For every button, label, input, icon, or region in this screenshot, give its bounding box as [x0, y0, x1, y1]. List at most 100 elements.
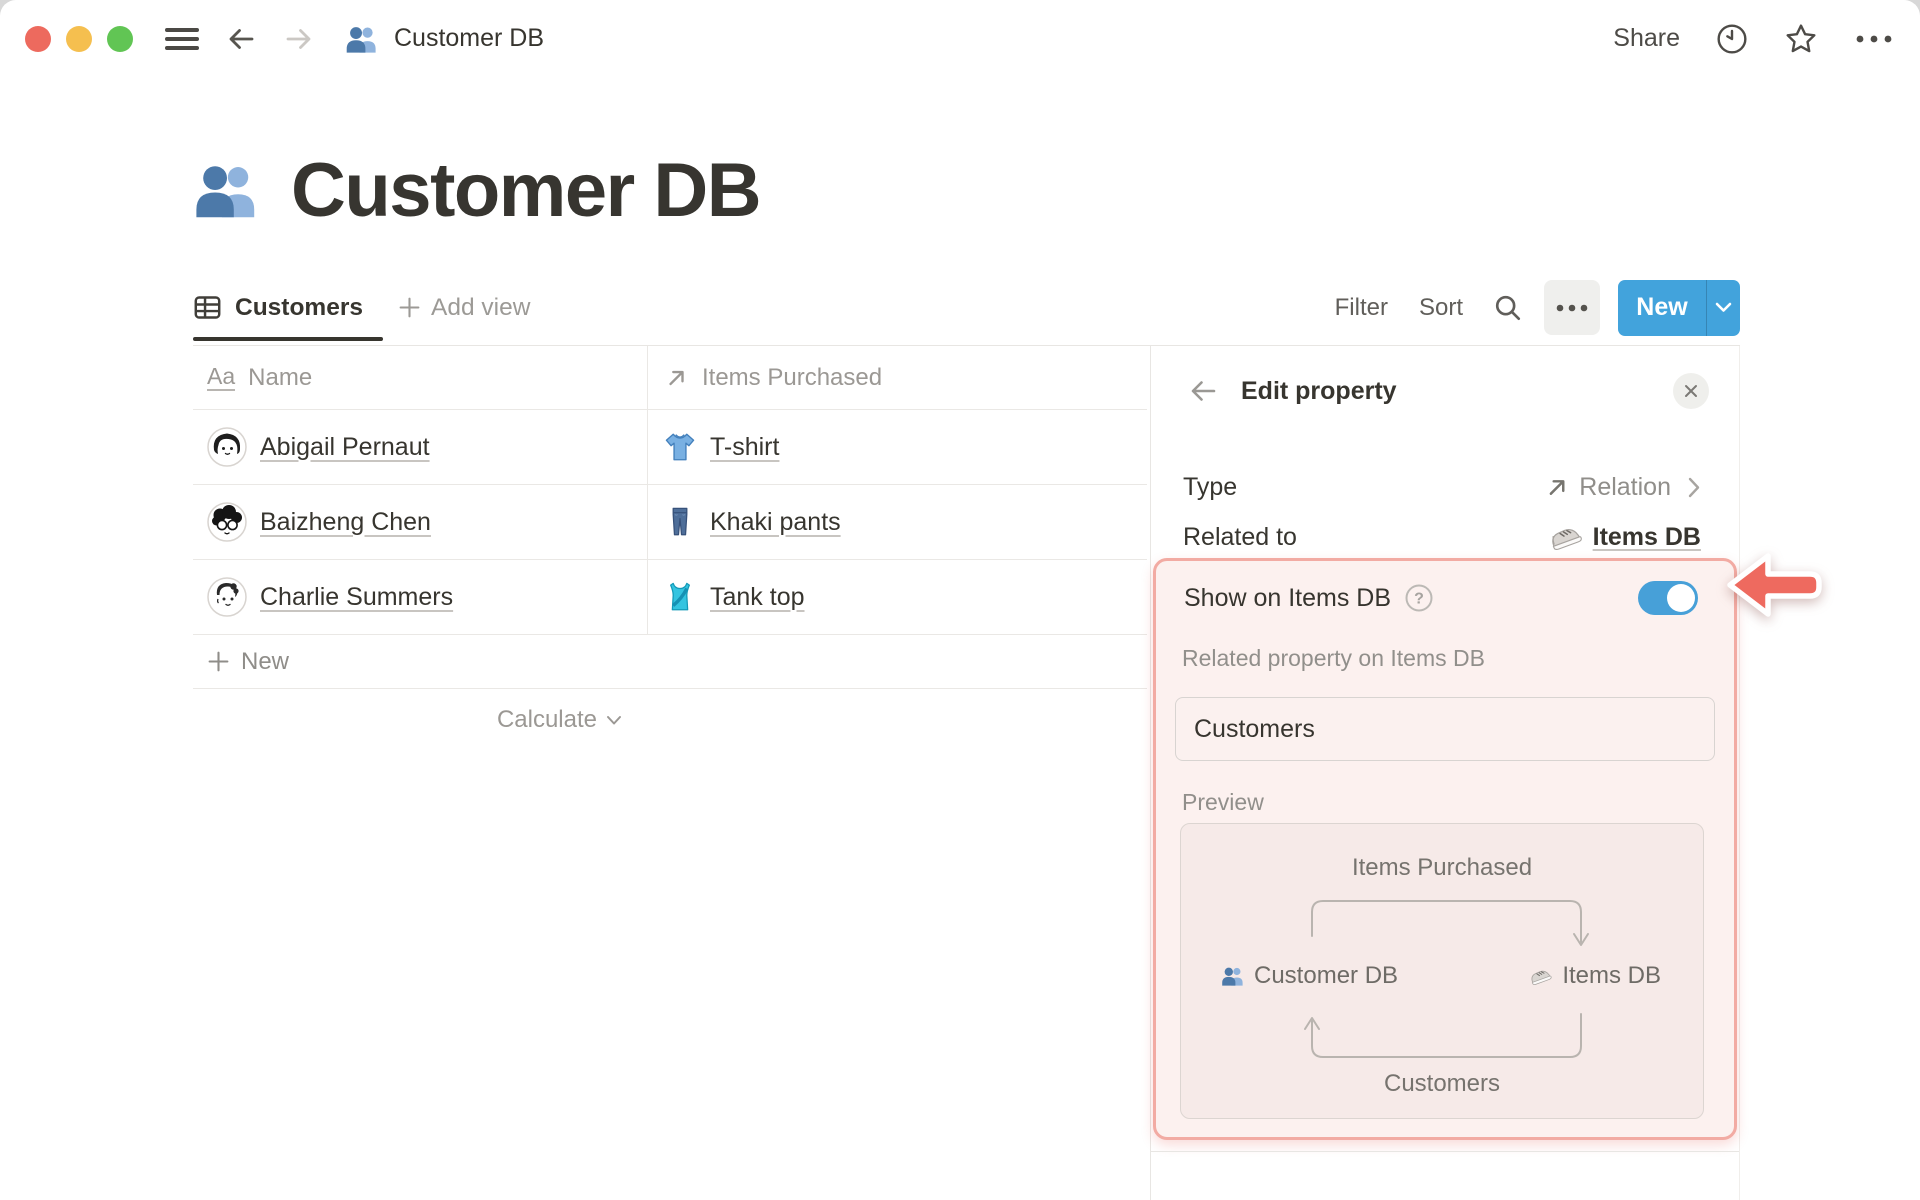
type-label: Type: [1183, 472, 1238, 501]
column-header-items-purchased[interactable]: Items Purchased: [648, 346, 1147, 409]
items-cell[interactable]: Tank top: [648, 560, 1147, 634]
related-property-input[interactable]: [1175, 697, 1715, 761]
items-cell[interactable]: Khaki pants: [648, 485, 1147, 559]
avatar: [207, 577, 247, 617]
show-on-db-highlight-section: Show on Items DB ? Related property on I…: [1153, 558, 1737, 1140]
chevron-down-icon: [607, 715, 621, 724]
show-on-items-db-toggle[interactable]: [1638, 581, 1698, 615]
table-row: Baizheng Chen Khaki pants: [193, 485, 1147, 560]
table-row: Charlie Summers Tank top: [193, 560, 1147, 635]
show-on-items-db-label: Show on Items DB: [1184, 583, 1392, 612]
page-header: Customer DB: [193, 140, 762, 240]
customer-name-link[interactable]: Abigail Pernaut: [260, 433, 430, 462]
panel-close-button[interactable]: [1673, 373, 1709, 409]
preview-label: Preview: [1182, 789, 1264, 815]
related-to-row[interactable]: Related to Items DB: [1183, 514, 1701, 560]
close-window-button[interactable]: [25, 25, 51, 52]
item-link[interactable]: Tank top: [710, 583, 805, 612]
avatar: [207, 502, 247, 542]
name-cell[interactable]: Abigail Pernaut: [193, 410, 648, 484]
panel-back-icon[interactable]: [1187, 376, 1219, 406]
chevron-right-icon: [1688, 477, 1700, 497]
edit-property-panel: Edit property Type Relation Related to I…: [1150, 346, 1740, 1200]
page-title: Customer DB: [291, 147, 762, 233]
back-arrow-icon[interactable]: [225, 24, 257, 54]
preview-right-label: Items DB: [1562, 962, 1661, 989]
add-view-button[interactable]: Add view: [398, 294, 530, 322]
relation-preview-diagram: Items Purchased Customer DB Items DB Cus…: [1180, 823, 1704, 1119]
sort-button[interactable]: Sort: [1419, 294, 1463, 322]
more-options-icon[interactable]: [1854, 33, 1894, 45]
name-cell[interactable]: Charlie Summers: [193, 560, 648, 634]
busts-in-silhouette-icon: [196, 166, 255, 218]
preview-left-label: Customer DB: [1254, 962, 1399, 989]
customers-table: Aa Name Items Purchased Abigail Pernaut: [193, 346, 1147, 751]
jeans-icon: [672, 507, 688, 536]
sneaker-icon: [1531, 970, 1552, 985]
plus-icon: [399, 297, 420, 318]
traffic-lights: [25, 25, 133, 52]
related-to-label: Related to: [1183, 522, 1297, 551]
red-callout-arrow: [1727, 553, 1822, 617]
forward-arrow-icon[interactable]: [283, 24, 315, 54]
item-link[interactable]: T-shirt: [710, 433, 779, 462]
table-row: Abigail Pernaut T-shirt: [193, 410, 1147, 485]
help-question-icon[interactable]: ?: [1404, 583, 1434, 613]
customer-name-link[interactable]: Charlie Summers: [260, 583, 453, 612]
panel-divider: [1151, 1151, 1739, 1152]
text-type-icon: Aa: [207, 363, 236, 391]
preview-bottom-property: Customers: [1383, 1070, 1501, 1097]
related-to-value[interactable]: Items DB: [1547, 519, 1701, 556]
customer-name-link[interactable]: Baizheng Chen: [260, 508, 431, 537]
name-cell[interactable]: Baizheng Chen: [193, 485, 648, 559]
filter-button[interactable]: Filter: [1335, 294, 1388, 322]
minimize-window-button[interactable]: [66, 25, 92, 52]
property-type-row[interactable]: Type Relation: [1183, 464, 1701, 510]
item-link[interactable]: Khaki pants: [710, 508, 841, 537]
new-record-button[interactable]: New: [1618, 279, 1740, 336]
column-header-name[interactable]: Aa Name: [193, 346, 648, 409]
panel-title: Edit property: [1241, 376, 1397, 405]
table-header-row: Aa Name Items Purchased: [193, 346, 1147, 410]
items-cell[interactable]: T-shirt: [648, 410, 1147, 484]
sidebar-menu-icon[interactable]: [165, 27, 199, 50]
view-toolbar: Customers Add view Filter Sort New: [193, 270, 1740, 346]
breadcrumb-title: Customer DB: [394, 24, 545, 52]
table-view-icon: [194, 296, 221, 319]
tab-label: Customers: [235, 293, 363, 321]
plus-icon: [208, 651, 229, 672]
avatar: [207, 427, 247, 467]
zoom-window-button[interactable]: [107, 25, 133, 52]
busts-in-silhouette-icon: [346, 26, 376, 53]
close-icon: [1685, 385, 1697, 397]
type-value[interactable]: Relation: [1543, 473, 1701, 502]
view-options-button[interactable]: [1544, 280, 1600, 335]
preview-top-property: Items Purchased: [1351, 854, 1533, 881]
updates-clock-icon[interactable]: [1716, 23, 1748, 55]
busts-in-silhouette-icon: [1222, 967, 1243, 986]
relation-arrow-icon: [1549, 479, 1565, 495]
tab-customers-view[interactable]: Customers: [193, 270, 383, 345]
type-value-label: Relation: [1579, 472, 1671, 501]
show-on-items-db-row: Show on Items DB ?: [1184, 581, 1698, 615]
new-row-button[interactable]: New: [193, 635, 1147, 689]
related-db-link[interactable]: Items DB: [1593, 523, 1701, 552]
preview-customer-db-node: Customer DB: [1221, 962, 1398, 990]
add-view-label: Add view: [430, 293, 531, 321]
breadcrumb[interactable]: Customer DB: [345, 22, 544, 56]
preview-items-db-node: Items DB: [1528, 962, 1661, 990]
new-button-label: New: [1636, 293, 1688, 321]
chevron-down-icon[interactable]: [1707, 280, 1740, 336]
column-label: Name: [248, 363, 313, 391]
svg-text:?: ?: [1414, 591, 1424, 608]
calculate-label: Calculate: [496, 706, 597, 733]
search-icon[interactable]: [1493, 293, 1522, 322]
sneaker-icon: [1551, 528, 1582, 550]
app-window: Customer DB Share Customer DB Customers: [0, 0, 1920, 1200]
calculate-button[interactable]: Calculate: [193, 689, 648, 751]
window-titlebar: Customer DB Share: [0, 0, 1920, 77]
share-button[interactable]: Share: [1613, 24, 1680, 53]
favorite-star-icon[interactable]: [1784, 22, 1818, 56]
relation-arrow-icon: [669, 370, 684, 385]
ellipsis-icon: [1556, 304, 1588, 311]
